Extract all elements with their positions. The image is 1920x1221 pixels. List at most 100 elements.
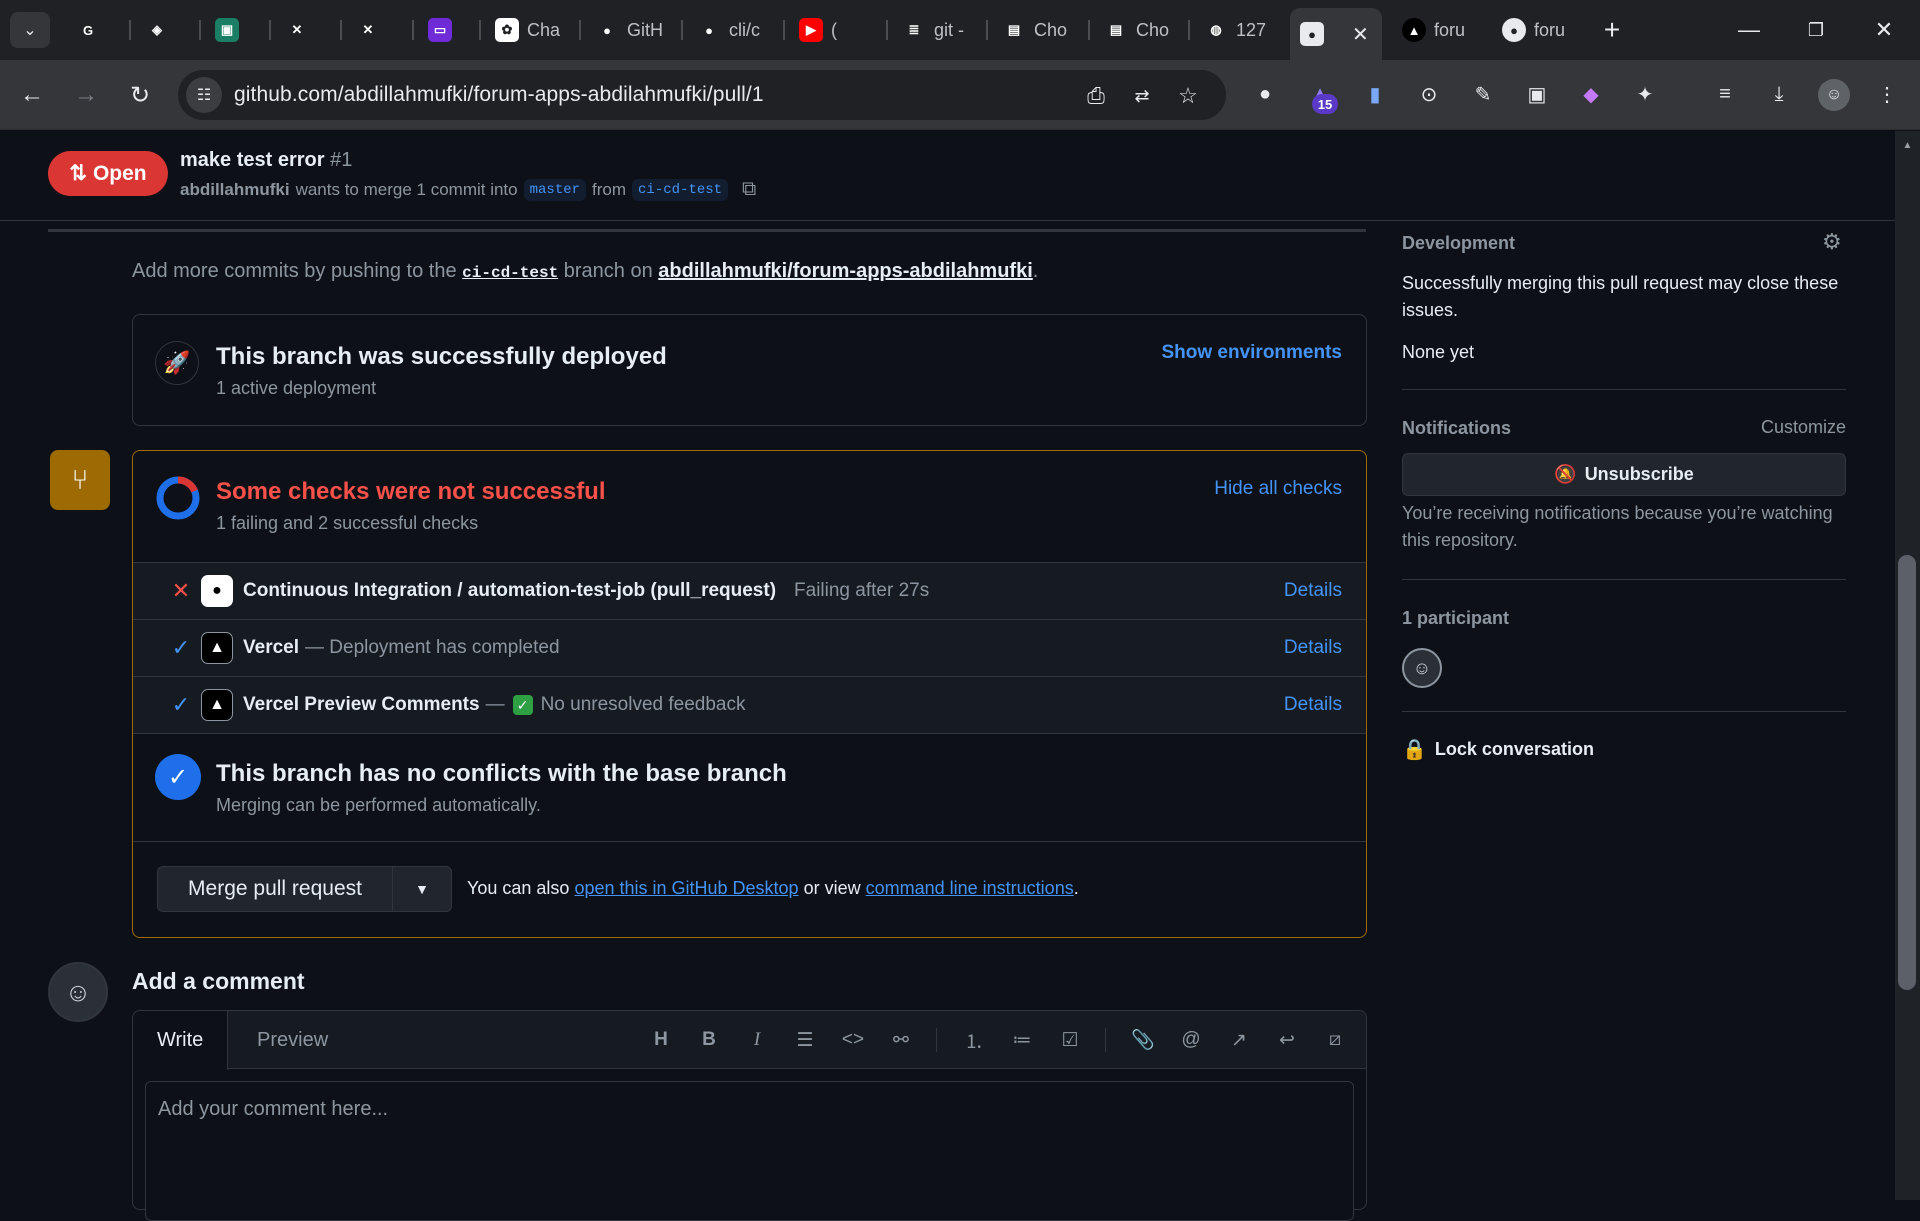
- repo-link[interactable]: abdillahmufki/forum-apps-abdilahmufki: [658, 260, 1032, 282]
- tab-separator: [129, 20, 131, 40]
- task-list-icon[interactable]: ☑: [1055, 1025, 1085, 1055]
- extension-badge: 15: [1312, 94, 1338, 114]
- browser-tab[interactable]: ● cli/c: [687, 10, 779, 50]
- tab-separator: [1088, 20, 1090, 40]
- participants-title: 1 participant: [1402, 608, 1510, 628]
- numbered-list-icon[interactable]: ⒈: [959, 1025, 989, 1055]
- reload-button[interactable]: ↻: [122, 77, 158, 113]
- reply-icon[interactable]: ↩: [1272, 1025, 1302, 1055]
- tab-search-button[interactable]: ⌄: [10, 12, 50, 48]
- minimize-button[interactable]: —: [1727, 12, 1771, 48]
- slash-command-icon[interactable]: ⧄: [1320, 1025, 1350, 1055]
- avatar[interactable]: ☺: [48, 962, 108, 1022]
- tab-preview[interactable]: Preview: [233, 1011, 352, 1070]
- picture-in-picture-icon[interactable]: ▣: [1522, 79, 1552, 109]
- participant-avatar[interactable]: ☺: [1402, 648, 1442, 688]
- address-bar[interactable]: ☷ github.com/abdillahmufki/forum-apps-ab…: [178, 70, 1226, 120]
- bulleted-list-icon[interactable]: ≔: [1007, 1025, 1037, 1055]
- tab-label: Cho: [1034, 19, 1068, 40]
- link-icon[interactable]: ⚯: [886, 1025, 916, 1055]
- bookmark-star-icon[interactable]: ☆: [1174, 82, 1202, 110]
- unsubscribe-button[interactable]: 🔕 Unsubscribe: [1402, 453, 1846, 496]
- tab-forum-github[interactable]: ● foru: [1492, 10, 1590, 50]
- close-window-button[interactable]: ✕: [1862, 12, 1906, 48]
- code-icon[interactable]: <>: [838, 1025, 868, 1055]
- profile-avatar[interactable]: ☺: [1818, 79, 1850, 111]
- hide-all-checks-link[interactable]: Hide all checks: [1214, 478, 1342, 500]
- browser-tab[interactable]: ≣ git -: [892, 10, 984, 50]
- gear-icon[interactable]: ⚙: [1822, 229, 1842, 255]
- browser-tab[interactable]: ▣: [205, 10, 265, 50]
- italic-icon[interactable]: I: [742, 1025, 772, 1055]
- browser-tab[interactable]: ▤ Cho: [992, 10, 1084, 50]
- tab-write[interactable]: Write: [133, 1011, 229, 1070]
- download-icon[interactable]: ⤓: [1764, 79, 1794, 109]
- conflict-title: This branch has no conflicts with the ba…: [216, 760, 787, 787]
- browser-tab[interactable]: ✿ Cha: [485, 10, 577, 50]
- extension-copy-icon[interactable]: ▮: [1360, 79, 1390, 109]
- browser-tab-bar: ⌄ G ◈ ▣ ✕ ✕ ▭ ✿ Cha ● GitH ● cli/c ▶(≣ git - ▤ Cho ▤ Cho ◍…: [0, 0, 1920, 60]
- check-details-link[interactable]: Details: [1284, 580, 1342, 602]
- comment-textarea[interactable]: Add your comment here...: [145, 1081, 1354, 1221]
- translate-icon[interactable]: ⇄: [1128, 82, 1156, 110]
- bold-icon[interactable]: B: [694, 1025, 724, 1055]
- check-details-link[interactable]: Details: [1284, 694, 1342, 716]
- tab-forum-vercel[interactable]: ▲ foru: [1392, 10, 1490, 50]
- development-none: None yet: [1402, 342, 1475, 362]
- close-tab-icon[interactable]: ✕: [1352, 22, 1369, 47]
- github-desktop-link[interactable]: open this in GitHub Desktop: [574, 878, 798, 898]
- heading-icon[interactable]: H: [646, 1025, 676, 1055]
- browser-menu-icon[interactable]: ⋮: [1872, 79, 1902, 109]
- mention-icon[interactable]: @: [1176, 1025, 1206, 1055]
- browser-tab[interactable]: ✕: [346, 10, 406, 50]
- tab-separator: [412, 20, 414, 40]
- restore-button[interactable]: ❐: [1794, 12, 1838, 48]
- check-name: Vercel: [243, 637, 299, 658]
- show-environments-link[interactable]: Show environments: [1161, 342, 1342, 364]
- browser-tab[interactable]: ▭: [418, 10, 478, 50]
- toolbar-divider: [936, 1028, 937, 1052]
- pr-state-badge: ⇅ Open: [48, 151, 168, 196]
- camera-icon[interactable]: ⊙: [1414, 79, 1444, 109]
- install-app-icon[interactable]: ⎙: [1082, 82, 1110, 110]
- extensions-puzzle-icon[interactable]: ✦: [1630, 79, 1660, 109]
- scrollbar-thumb[interactable]: [1898, 555, 1916, 990]
- new-tab-button[interactable]: +: [1590, 12, 1634, 48]
- fail-x-icon: ✕: [171, 578, 191, 603]
- forward-button[interactable]: →: [68, 77, 104, 113]
- browser-tab[interactable]: G: [66, 10, 126, 50]
- site-info-icon[interactable]: ☷: [186, 77, 222, 113]
- browser-tab[interactable]: ▶(: [789, 10, 881, 50]
- media-queue-icon[interactable]: ≡: [1710, 79, 1740, 109]
- pr-author-link[interactable]: abdillahmufki: [180, 180, 290, 200]
- back-button[interactable]: ←: [14, 77, 50, 113]
- lock-conversation-button[interactable]: 🔒 Lock conversation: [1402, 736, 1594, 763]
- copy-icon[interactable]: ⧉: [742, 178, 756, 201]
- browser-tab[interactable]: ◈: [135, 10, 195, 50]
- browser-tab[interactable]: ▤ Cho: [1094, 10, 1186, 50]
- check-details-link[interactable]: Details: [1284, 637, 1342, 659]
- browser-tab[interactable]: ● GitH: [585, 10, 677, 50]
- customize-link[interactable]: Customize: [1761, 414, 1846, 441]
- head-branch[interactable]: ci-cd-test: [632, 178, 729, 201]
- check-desc: —: [485, 694, 505, 715]
- tab-favicon-icon: ✕: [285, 18, 309, 42]
- merge-method-dropdown[interactable]: ▼: [392, 866, 452, 912]
- scroll-up-icon[interactable]: ▲: [1895, 135, 1920, 155]
- base-branch[interactable]: master: [523, 178, 587, 201]
- command-line-link[interactable]: command line instructions: [866, 878, 1074, 898]
- attach-icon[interactable]: 📎: [1128, 1025, 1158, 1055]
- extension-gradient-icon[interactable]: ◆: [1576, 79, 1606, 109]
- extension-icon[interactable]: ●: [1250, 79, 1280, 109]
- checks-box: Some checks were not successful 1 failin…: [132, 450, 1367, 938]
- tab-label: git -: [934, 19, 965, 40]
- cross-reference-icon[interactable]: ↗: [1224, 1025, 1254, 1055]
- eyedropper-icon[interactable]: ✎: [1468, 79, 1498, 109]
- tab-active[interactable]: ● ✕: [1290, 8, 1382, 60]
- development-title: Development: [1402, 233, 1516, 253]
- url-text[interactable]: github.com/abdillahmufki/forum-apps-abdi…: [234, 83, 764, 107]
- browser-tab[interactable]: ✕: [275, 10, 335, 50]
- merge-pull-request-button[interactable]: Merge pull request: [157, 866, 393, 912]
- quote-icon[interactable]: ☰: [790, 1025, 820, 1055]
- browser-tab[interactable]: ◍ 127: [1194, 10, 1286, 50]
